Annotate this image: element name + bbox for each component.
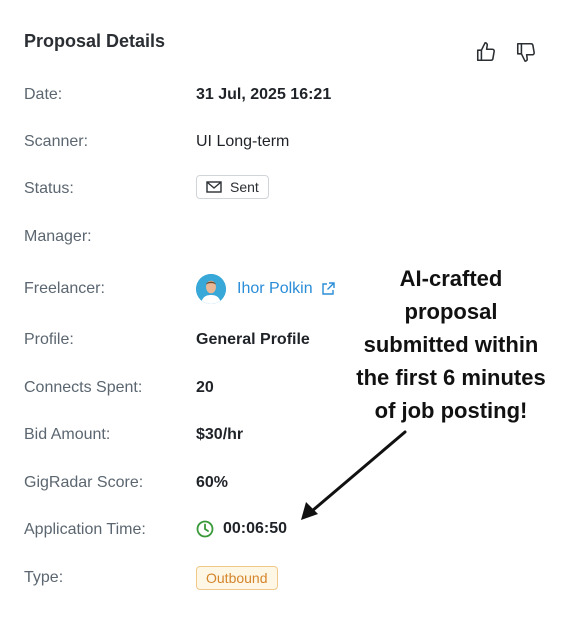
outbound-badge: Outbound — [196, 566, 278, 590]
bid-amount-label: Bid Amount: — [24, 426, 111, 443]
connects-spent-label: Connects Spent: — [24, 379, 143, 396]
application-time-label: Application Time: — [24, 521, 146, 538]
scanner-label: Scanner: — [24, 133, 89, 150]
thumbs-up-icon[interactable] — [475, 41, 497, 63]
type-label: Type: — [24, 569, 64, 586]
status-label: Status: — [24, 180, 74, 197]
envelope-icon — [206, 181, 222, 193]
profile-value: General Profile — [196, 331, 310, 348]
thumbs-down-icon[interactable] — [515, 41, 537, 63]
freelancer-link[interactable]: Ihor Polkin — [237, 280, 313, 298]
application-time-value: 00:06:50 — [196, 520, 287, 538]
gigradar-score-value: 60% — [196, 474, 229, 491]
date-label: Date: — [24, 86, 63, 103]
freelancer-label: Freelancer: — [24, 280, 105, 297]
date-value: 31 Jul, 2025 16:21 — [196, 86, 332, 103]
manager-label: Manager: — [24, 228, 92, 245]
clock-icon — [196, 520, 214, 538]
bid-amount-value: $30/hr — [196, 426, 244, 443]
application-time-text: 00:06:50 — [223, 520, 288, 537]
status-badge: Sent — [196, 175, 269, 199]
proposal-details-panel: Proposal Details Date: 31 Jul, 2025 16:2… — [0, 0, 566, 621]
status-value: Sent — [196, 175, 269, 199]
gigradar-score-label: GigRadar Score: — [24, 474, 144, 491]
avatar — [196, 274, 226, 304]
status-badge-text: Sent — [230, 179, 259, 195]
annotation-callout: AI-crafted proposal submitted within the… — [340, 262, 562, 427]
type-value: Outbound — [196, 566, 278, 590]
panel-title: Proposal Details — [24, 31, 166, 51]
annotation-line: submitted within — [363, 332, 539, 357]
annotation-line: of job posting! — [374, 398, 528, 423]
scanner-value: UI Long-term — [196, 133, 290, 150]
connects-spent-value: 20 — [196, 379, 214, 396]
annotation-line: the first 6 minutes — [356, 365, 546, 390]
annotation-line: AI-crafted — [399, 266, 503, 291]
annotation-line: proposal — [404, 299, 498, 324]
profile-label: Profile: — [24, 331, 74, 348]
freelancer-value: Ihor Polkin — [196, 274, 335, 304]
external-link-icon[interactable] — [321, 282, 335, 296]
